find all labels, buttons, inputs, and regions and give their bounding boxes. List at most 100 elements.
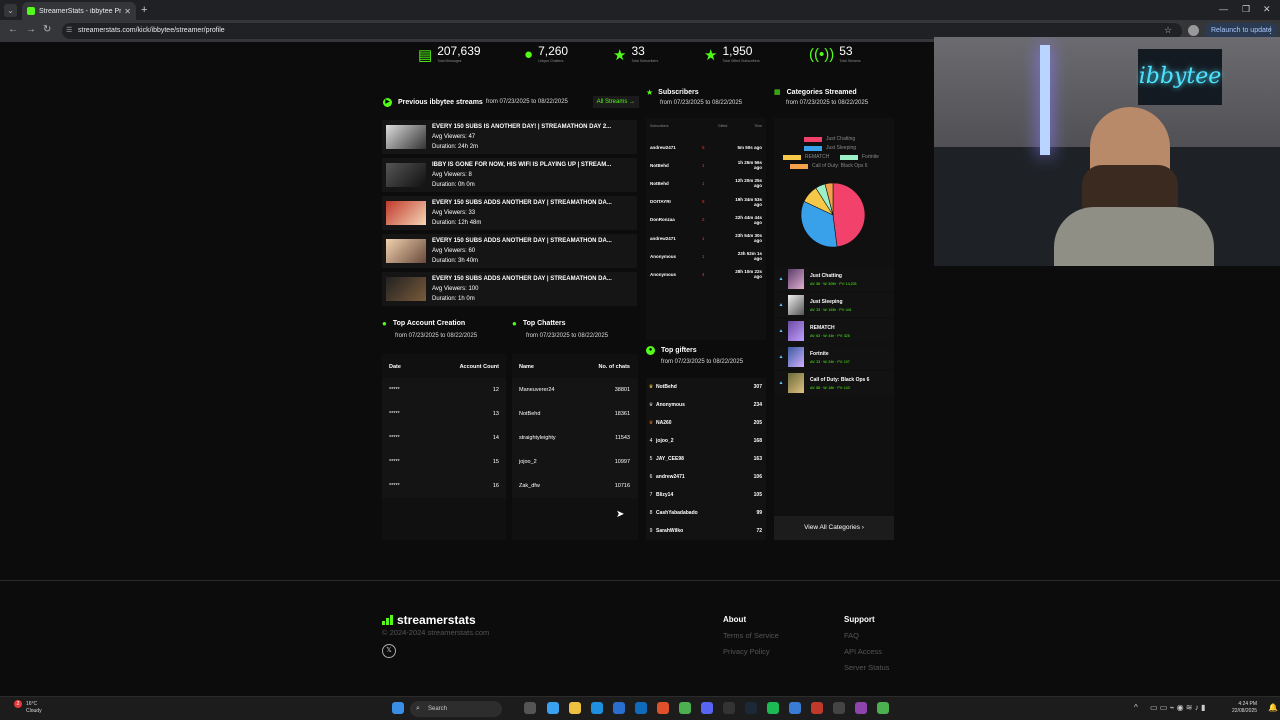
- store-icon[interactable]: [613, 702, 625, 714]
- chatter-row: Zak_dfw 10716: [512, 474, 638, 498]
- account-date: *****: [389, 483, 400, 489]
- close-tab-icon[interactable]: ✕: [124, 7, 131, 16]
- brave-icon[interactable]: [657, 702, 669, 714]
- subscriber-gifted: 5: [702, 144, 705, 150]
- tray-chevron-icon[interactable]: ^: [1134, 703, 1138, 712]
- profile-avatar[interactable]: [1188, 25, 1199, 36]
- search-icon: ⌕: [416, 705, 420, 712]
- task-view-icon[interactable]: [524, 702, 536, 714]
- footer-logo[interactable]: streamerstats: [382, 613, 476, 627]
- stream-item[interactable]: EVERY 150 SUBS ADDS ANOTHER DAY | STREAM…: [382, 196, 637, 230]
- privacy-link[interactable]: Privacy Policy: [723, 647, 770, 656]
- category-info: Just Chatting AV: 58 · W: 309h · PV: 14,2…: [810, 273, 857, 286]
- crown-icon: ♛: [648, 402, 654, 408]
- category-stats: AV: 68 · W: 18h · PV: 143: [810, 385, 850, 390]
- account-date: *****: [389, 435, 400, 441]
- file-explorer-icon[interactable]: [569, 702, 581, 714]
- stream-title: EVERY 150 SUBS ADDS ANOTHER DAY | STREAM…: [432, 238, 612, 244]
- steam-icon[interactable]: [745, 702, 757, 714]
- col-gifted: Gifted: [718, 124, 728, 128]
- taskbar-clock[interactable]: 4:24 PM 22/08/2025: [1232, 701, 1257, 715]
- outlook-icon[interactable]: [635, 702, 647, 714]
- close-window-icon[interactable]: ✕: [1263, 4, 1271, 15]
- gifter-count: 106: [753, 474, 762, 480]
- faq-link[interactable]: FAQ: [844, 631, 859, 640]
- taskbar-search[interactable]: ⌕ Search: [410, 701, 502, 717]
- category-row[interactable]: ▲ REMATCH AV: 63 · W: 44h · PV: 325: [774, 319, 894, 343]
- legend-swatch: [804, 145, 822, 151]
- app-icon[interactable]: [855, 702, 867, 714]
- chatter-count: 18361: [614, 411, 630, 417]
- category-row[interactable]: ▲ Fortnite AV: 33 · W: 24h · PV: 107: [774, 345, 894, 369]
- app-icon[interactable]: [789, 702, 801, 714]
- app-icon[interactable]: [833, 702, 845, 714]
- category-row[interactable]: ▲ Just Sleeping AV: 33 · W: 193h · PV: 441: [774, 293, 894, 317]
- subscriber-name: Anonymous: [650, 253, 677, 259]
- chatters-table-header: Name No. of chats: [512, 354, 638, 370]
- stream-item[interactable]: EVERY 150 SUBS IS ANOTHER DAY! | STREAMA…: [382, 120, 637, 154]
- gifters-range: from 07/23/2025 to 08/22/2025: [661, 359, 744, 365]
- url-text: streamerstats.com/kick/ibbytee/streamer/…: [78, 27, 225, 34]
- spotify-icon[interactable]: [767, 702, 779, 714]
- app-icon[interactable]: [811, 702, 823, 714]
- chat-icon: ▤: [418, 47, 433, 64]
- start-icon[interactable]: [392, 702, 404, 714]
- bookmark-star-icon[interactable]: ☆: [1164, 25, 1172, 36]
- tab-search-icon[interactable]: ⌄: [4, 4, 17, 17]
- notification-icon[interactable]: 🔔: [1268, 703, 1278, 712]
- weather-widget[interactable]: 16°C Cloudy: [26, 701, 42, 715]
- gifter-name: andrew2471: [656, 474, 685, 480]
- gifter-name: Anonymous: [656, 402, 685, 408]
- browser-tab[interactable]: StreamerStats - ibbytee Profile ✕: [22, 2, 136, 20]
- stream-title: EVERY 150 SUBS IS ANOTHER DAY! | STREAMA…: [432, 124, 612, 130]
- category-info: Just Sleeping AV: 33 · W: 193h · PV: 441: [810, 299, 852, 312]
- maximize-icon[interactable]: ❐: [1242, 4, 1250, 15]
- edge-icon[interactable]: [591, 702, 603, 714]
- category-row[interactable]: ▲ Call of Duty: Black Ops 6 AV: 68 · W: 18…: [774, 371, 894, 395]
- reload-icon[interactable]: ↻: [43, 24, 51, 35]
- neon-light-shape: [1040, 45, 1050, 155]
- site-info-icon[interactable]: ☰: [66, 23, 72, 39]
- subscriber-time: 23h 54m 30s ago: [735, 233, 762, 243]
- chrome-icon[interactable]: [877, 702, 889, 714]
- account-creation-table-header: Date Account Count: [382, 354, 506, 370]
- weather-desc: Cloudy: [26, 708, 42, 714]
- category-row[interactable]: ▲ Just Chatting AV: 58 · W: 309h · PV: 14,…: [774, 267, 894, 291]
- minimize-icon[interactable]: —: [1219, 4, 1228, 14]
- new-tab-icon[interactable]: +: [141, 4, 147, 16]
- chrome-icon[interactable]: [679, 702, 691, 714]
- forward-icon[interactable]: →: [26, 24, 36, 35]
- category-name: Fortnite: [810, 350, 829, 357]
- pie-slice-just-chatting[interactable]: [832, 182, 866, 248]
- discord-icon[interactable]: [701, 702, 713, 714]
- back-icon[interactable]: ←: [8, 24, 18, 35]
- stream-item[interactable]: IBBY IS GONE FOR NOW, HIS WIFI IS PLAYIN…: [382, 158, 637, 192]
- view-all-categories-button[interactable]: View All Categories ›: [774, 516, 894, 540]
- api-access-link[interactable]: API Access: [844, 647, 882, 656]
- chatter-row: NotBehd 18361: [512, 402, 638, 426]
- obs-icon[interactable]: [723, 702, 735, 714]
- legend-label: Just Chatting: [826, 136, 856, 142]
- browser-menu-icon[interactable]: ⋮: [1266, 25, 1275, 36]
- all-streams-button[interactable]: All Streams →: [592, 96, 639, 108]
- account-creation-range: from 07/23/2025 to 08/22/2025: [395, 333, 478, 339]
- hoodie-shape: [1054, 207, 1214, 266]
- col-date: Date: [389, 364, 401, 370]
- subscriber-row: NotBehd 1 12h 20m 25s ago: [646, 174, 766, 192]
- subscriber-name: DOITAYRI: [650, 199, 671, 205]
- footer-copyright: © 2024-2024 streamerstats.com: [382, 628, 490, 637]
- terms-link[interactable]: Terms of Service: [723, 631, 779, 640]
- stream-item[interactable]: EVERY 150 SUBS ADDS ANOTHER DAY | STREAM…: [382, 234, 637, 268]
- stat-total-messages: ▤ 207,639 Total Messages: [418, 44, 481, 64]
- stream-viewers: Avg Viewers: 47: [432, 134, 476, 140]
- subscriber-time: 12h 20m 25s ago: [735, 178, 762, 189]
- copilot-icon[interactable]: [547, 702, 559, 714]
- server-status-link[interactable]: Server Status: [844, 663, 889, 672]
- favicon-icon: [27, 7, 35, 15]
- tray-icons[interactable]: ▭ ▭ ⌁ ◉ ≋ ♪ ▮: [1150, 703, 1205, 712]
- chatter-count: 10716: [614, 483, 630, 489]
- stream-item[interactable]: EVERY 150 SUBS ADDS ANOTHER DAY | STREAM…: [382, 272, 637, 306]
- gifter-name: JAY_CEE98: [656, 456, 684, 462]
- x-social-icon[interactable]: 𝕏: [382, 644, 396, 658]
- gifter-rank: 5: [649, 456, 653, 462]
